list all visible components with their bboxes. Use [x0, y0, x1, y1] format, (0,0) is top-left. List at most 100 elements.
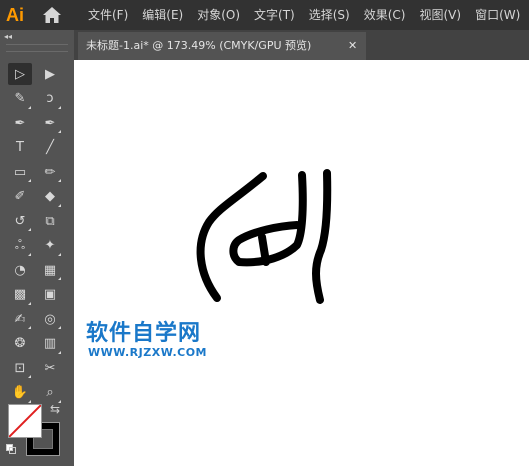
- main-menu: 文件(F) 编辑(E) 对象(O) 文字(T) 选择(S) 效果(C) 视图(V…: [80, 0, 526, 30]
- curvature-tool-glyph: ✒: [44, 115, 56, 131]
- app-logo: Ai: [6, 5, 24, 25]
- tool-group-indicator: [28, 105, 31, 109]
- hand-tool-icon[interactable]: ✋: [8, 382, 32, 404]
- menu-type[interactable]: 文字(T): [246, 0, 301, 30]
- warp-tool-icon[interactable]: ஃ: [8, 235, 32, 257]
- lasso-tool-glyph: ↄ: [46, 91, 54, 106]
- gradient-tool-glyph: ▣: [43, 287, 57, 302]
- shaper-tool-glyph: ✐: [14, 189, 26, 204]
- selection-tool-glyph: ▷: [15, 66, 25, 82]
- perspective-grid-tool-glyph: ▦: [43, 262, 57, 278]
- direct-selection-tool-icon[interactable]: ▶: [38, 63, 62, 85]
- perspective-grid-tool-icon[interactable]: ▦: [38, 259, 62, 281]
- tool-group-indicator: [58, 130, 61, 133]
- line-segment-tool-glyph: ╱: [46, 140, 54, 155]
- tool-group-indicator: [28, 228, 31, 231]
- rectangle-tool-glyph: ▭: [13, 164, 27, 180]
- rotate-tool-glyph: ↺: [14, 213, 26, 229]
- shape-builder-tool-glyph: ◔: [14, 262, 26, 278]
- curvature-tool-icon[interactable]: ✒: [38, 112, 62, 134]
- rectangle-tool-icon[interactable]: ▭: [8, 161, 32, 183]
- swap-fill-stroke-icon[interactable]: ⇆: [50, 402, 60, 416]
- line-segment-tool-icon[interactable]: ╱: [38, 137, 62, 159]
- home-icon[interactable]: [42, 6, 62, 24]
- selection-tool-icon[interactable]: ▷: [8, 63, 32, 85]
- pen-tool-glyph: ✒: [14, 115, 26, 131]
- blend-tool-glyph: ◎: [44, 311, 56, 327]
- panel-grip[interactable]: [6, 44, 68, 52]
- eyedropper-tool-icon[interactable]: ✍: [8, 308, 32, 330]
- rotate-tool-icon[interactable]: ↺: [8, 210, 32, 232]
- tool-group-indicator: [58, 326, 61, 329]
- document-tab-bar: 未标题-1.ai* @ 173.49% (CMYK/GPU 预览) ✕: [74, 30, 529, 60]
- artboard-tool-glyph: ⊡: [14, 360, 26, 376]
- tool-group-indicator: [58, 252, 61, 256]
- shape-builder-tool-icon[interactable]: ◔: [8, 259, 32, 281]
- tool-group-indicator: [28, 399, 31, 403]
- tool-group-indicator: [28, 179, 31, 182]
- menu-view[interactable]: 视图(V): [411, 0, 467, 30]
- zoom-tool-glyph: ⌕: [46, 385, 54, 400]
- tool-group-indicator: [58, 350, 61, 354]
- tool-group-indicator: [28, 301, 31, 305]
- collapse-panel-icon[interactable]: ◂◂: [4, 32, 12, 41]
- menu-bar: Ai 文件(F) 编辑(E) 对象(O) 文字(T) 选择(S) 效果(C) 视…: [0, 0, 529, 30]
- mesh-tool-icon[interactable]: ▩: [8, 284, 32, 306]
- tool-group-indicator: [28, 326, 31, 329]
- column-graph-tool-icon[interactable]: ▥: [38, 333, 62, 355]
- fill-swatch-front[interactable]: [8, 404, 42, 438]
- tool-group-indicator: [28, 252, 31, 256]
- type-tool-glyph: T: [16, 140, 24, 155]
- hand-tool-glyph: ✋: [11, 385, 29, 400]
- direct-selection-tool-glyph: ▶: [45, 66, 55, 82]
- type-tool-icon[interactable]: T: [8, 137, 32, 159]
- watermark-title: 软件自学网: [86, 321, 202, 346]
- magic-wand-tool-glyph: ✎: [14, 91, 26, 106]
- document-tab[interactable]: 未标题-1.ai* @ 173.49% (CMYK/GPU 预览) ✕: [78, 32, 366, 60]
- shaper-tool-icon[interactable]: ✐: [8, 186, 32, 208]
- mesh-tool-glyph: ▩: [13, 287, 27, 302]
- warp-tool-glyph: ஃ: [14, 237, 26, 253]
- magic-wand-tool-icon[interactable]: ✎: [8, 88, 32, 110]
- eyedropper-tool-glyph: ✍: [14, 311, 26, 327]
- menu-object[interactable]: 对象(O): [189, 0, 246, 30]
- eraser-tool-icon[interactable]: ◆: [38, 186, 62, 208]
- menu-window[interactable]: 窗口(W): [467, 0, 526, 30]
- tools-panel: ◂◂ ▷ ▶ ✎ ↄ ✒ ✒ T ╱ ▭ ✏ ✐ ◆ ↺ ⧉ ஃ ✦ ◔ ▦ ▩ ▣ ✍ ◎ ❂ ▥ ⊡ ✂ ✋ ⌕ ⇆: [0, 30, 74, 466]
- puppet-warp-tool-glyph: ✦: [44, 238, 56, 253]
- stroke-inner-line: [258, 233, 270, 266]
- column-graph-tool-glyph: ▥: [43, 336, 57, 351]
- scale-tool-icon[interactable]: ⧉: [38, 210, 62, 232]
- watermark-url: WWW.RJZXW.COM: [88, 346, 207, 359]
- zoom-tool-icon[interactable]: ⌕: [38, 382, 62, 404]
- paintbrush-tool-glyph: ✏: [44, 164, 56, 180]
- menu-file[interactable]: 文件(F): [80, 0, 134, 30]
- artboard-canvas[interactable]: 软件自学网 WWW.RJZXW.COM: [74, 60, 529, 466]
- default-fill-stroke-icon[interactable]: [6, 444, 16, 454]
- menu-edit[interactable]: 编辑(E): [134, 0, 189, 30]
- pen-tool-icon[interactable]: ✒: [8, 112, 32, 134]
- puppet-warp-tool-icon[interactable]: ✦: [38, 235, 62, 257]
- lasso-tool-icon[interactable]: ↄ: [38, 88, 62, 110]
- menu-select[interactable]: 选择(S): [301, 0, 356, 30]
- blend-tool-icon[interactable]: ◎: [38, 308, 62, 330]
- paintbrush-tool-icon[interactable]: ✏: [38, 161, 62, 183]
- gradient-tool-icon[interactable]: ▣: [38, 284, 62, 306]
- tool-group-indicator: [28, 375, 31, 378]
- menu-effect[interactable]: 效果(C): [356, 0, 412, 30]
- scale-tool-glyph: ⧉: [45, 213, 55, 229]
- tool-group-indicator: [58, 203, 61, 207]
- tool-group-indicator: [58, 277, 61, 280]
- symbol-sprayer-tool-icon[interactable]: ❂: [8, 333, 32, 355]
- close-icon[interactable]: ✕: [348, 32, 357, 60]
- tool-group-indicator: [58, 179, 61, 182]
- document-tab-title: 未标题-1.ai* @ 173.49% (CMYK/GPU 预览): [86, 39, 312, 52]
- stroke-right: [312, 169, 332, 304]
- artboard-tool-icon[interactable]: ⊡: [8, 357, 32, 379]
- tool-group-indicator: [58, 105, 61, 109]
- slice-tool-icon[interactable]: ✂: [38, 357, 62, 379]
- none-fill-icon: [9, 405, 41, 437]
- artwork[interactable]: [74, 60, 529, 466]
- eraser-tool-glyph: ◆: [45, 189, 55, 204]
- slice-tool-glyph: ✂: [44, 360, 56, 376]
